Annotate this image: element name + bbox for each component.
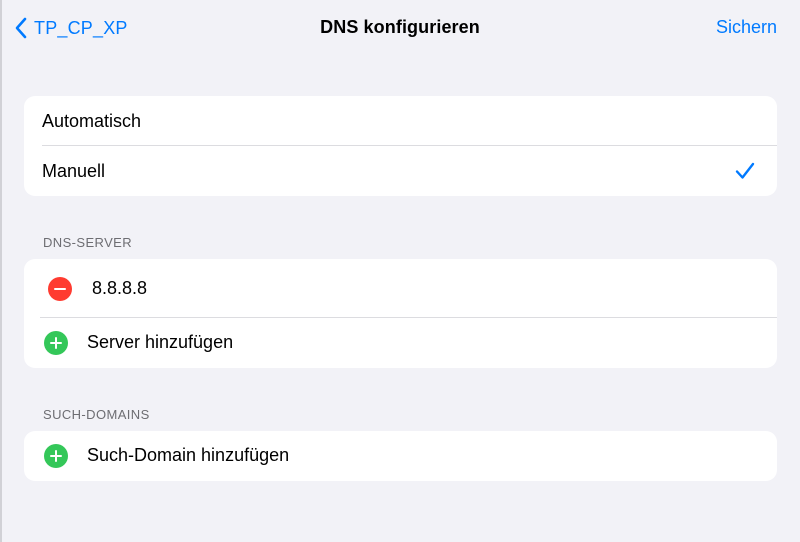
dns-server-value: 8.8.8.8 [92, 278, 148, 298]
delete-minus-icon[interactable] [48, 277, 72, 301]
dns-mode-group: Automatisch Manuell [24, 96, 777, 196]
mode-option-label: Manuell [42, 160, 106, 181]
checkmark-icon [735, 162, 755, 179]
mode-option-automatic[interactable]: Automatisch [24, 96, 777, 146]
add-search-domain-label: Such-Domain hinzufügen [87, 445, 290, 465]
search-domains-section-header: SUCH-DOMAINS [43, 407, 150, 422]
add-search-domain-row[interactable]: Such-Domain hinzufügen [24, 431, 777, 481]
add-plus-icon [44, 444, 68, 468]
search-domains-group: Such-Domain hinzufügen [24, 431, 777, 481]
screen: TP_CP_XP DNS konfigurieren Sichern Autom… [0, 0, 800, 542]
dns-server-group: 8.8.8.8 Server hinzufügen [24, 259, 777, 368]
dns-server-row[interactable]: 8.8.8.8 [24, 259, 777, 318]
mode-option-manual[interactable]: Manuell [24, 146, 777, 196]
save-button[interactable]: Sichern [716, 17, 777, 38]
dns-server-section-header: DNS-SERVER [43, 235, 133, 250]
add-server-row[interactable]: Server hinzufügen [24, 318, 777, 368]
page-title: DNS konfigurieren [320, 17, 480, 37]
add-server-label: Server hinzufügen [87, 332, 234, 352]
navigation-bar: TP_CP_XP DNS konfigurieren Sichern [0, 0, 800, 56]
left-edge-divider [0, 0, 2, 542]
mode-option-label: Automatisch [42, 110, 142, 131]
add-plus-icon [44, 331, 68, 355]
